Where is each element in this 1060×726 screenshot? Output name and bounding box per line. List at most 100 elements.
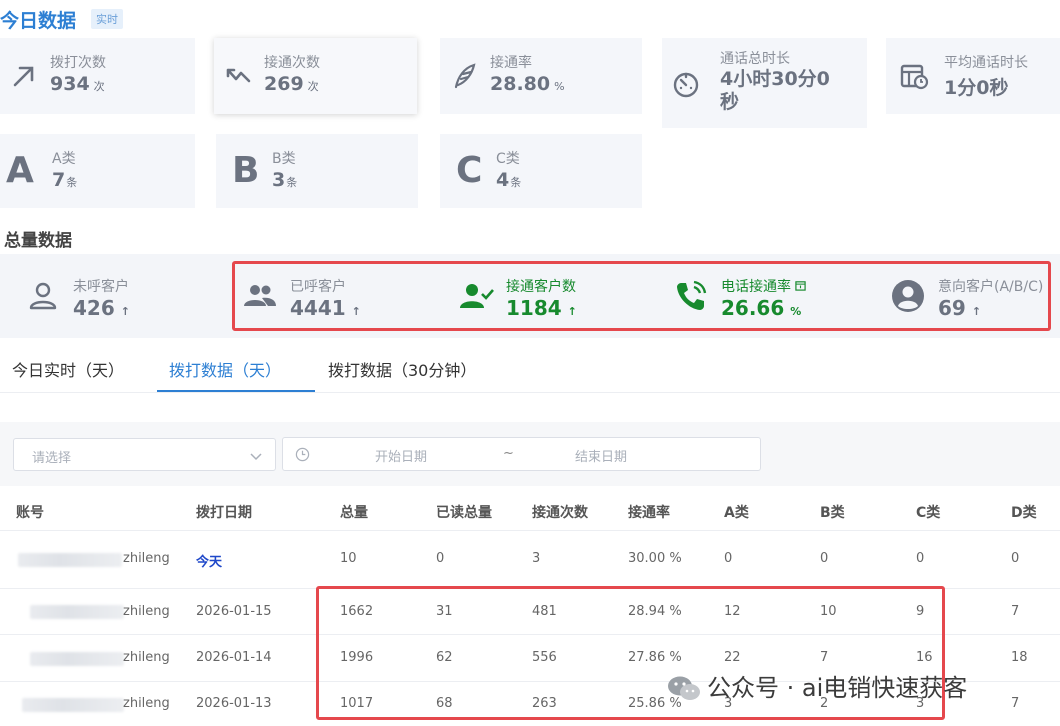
cell-total: 1662: [340, 604, 374, 619]
cell-total: 1996: [340, 650, 374, 665]
stat-card-connect-rate: 接通率 28.80%: [440, 38, 642, 114]
cell-read: 0: [436, 551, 445, 566]
cell-b: 0: [820, 551, 829, 566]
category-value: 3条: [272, 169, 298, 191]
stat-card-total-duration: 通话总时长 4小时30分0 秒: [662, 38, 867, 128]
stat-value: 1分0秒: [944, 77, 1009, 99]
stat-label: 接通次数: [264, 55, 320, 71]
stat-value: 934 次: [50, 73, 105, 95]
cell-read: 68: [436, 696, 453, 711]
row-divider: [0, 634, 1060, 635]
cell-b: 7: [820, 650, 829, 665]
cell-c: 16: [916, 650, 933, 665]
category-letter-c: C: [456, 150, 483, 191]
cell-a: 22: [724, 650, 741, 665]
cell-d: 18: [1011, 650, 1028, 665]
category-value: 7条: [52, 169, 78, 191]
cell-d: 7: [1011, 604, 1020, 619]
tab-dial-data-day[interactable]: 拨打数据（天）: [169, 357, 281, 381]
cell-connected: 556: [532, 650, 557, 665]
realtime-badge: 实时: [91, 9, 123, 29]
cell-total: 10: [340, 551, 357, 566]
cell-account: zhileng: [123, 604, 170, 619]
total-value: 1184 ↑: [506, 296, 577, 320]
cell-rate: 28.94 %: [628, 604, 682, 619]
stat-label: 接通率: [490, 55, 532, 71]
date-separator: ~: [503, 446, 514, 461]
column-header-read-total: 已读总量: [436, 505, 492, 521]
cell-rate: 27.86 %: [628, 650, 682, 665]
today-section-title: 今日数据: [0, 10, 77, 32]
stopwatch-table-icon: [900, 64, 929, 90]
phone-ringing-icon: [677, 280, 707, 310]
stat-value: 269 次: [264, 73, 319, 95]
cell-connected: 263: [532, 696, 557, 711]
cell-date-today-link[interactable]: 今天: [196, 551, 222, 570]
cell-d: 7: [1011, 696, 1020, 711]
column-header-b: B类: [820, 505, 845, 521]
timer-icon: [673, 72, 699, 98]
blurred-account: [22, 698, 124, 712]
total-label: 意向客户(A/B/C): [938, 279, 1044, 295]
total-section-title: 总量数据: [4, 231, 72, 251]
row-divider: [0, 588, 1060, 589]
start-date-input[interactable]: 开始日期: [375, 446, 427, 465]
date-range-picker[interactable]: 开始日期 ~ 结束日期: [282, 437, 761, 471]
cell-read: 62: [436, 650, 453, 665]
stat-card-avg-duration: 平均通话时长 1分0秒: [886, 38, 1060, 114]
stat-card-dial-count: 拨打次数 934 次: [0, 38, 195, 114]
total-label: 未呼客户: [73, 279, 129, 295]
person-check-icon: [460, 284, 494, 308]
tab-today-realtime[interactable]: 今日实时（天）: [12, 357, 124, 381]
cell-c: 0: [916, 551, 925, 566]
row-divider: [0, 530, 1060, 531]
stat-label: 平均通话时长: [944, 55, 1028, 71]
watermark: 公众号 · ai电销快速获客: [667, 668, 967, 703]
cell-rate: 30.00 %: [628, 551, 682, 566]
total-card-called: 已呼客户 4441 ↑: [242, 270, 442, 320]
arrow-up-right-icon: [13, 66, 34, 87]
stat-card-connect-count: 接通次数 269 次: [214, 38, 417, 114]
column-header-d: D类: [1011, 505, 1037, 521]
cell-account: zhileng: [123, 650, 170, 665]
group-icon: [244, 285, 276, 306]
category-label: A类: [52, 151, 76, 167]
column-header-connect-count: 接通次数: [532, 505, 588, 521]
feather-icon: [454, 63, 476, 89]
chevron-down-icon: [250, 453, 262, 461]
cell-a: 0: [724, 551, 733, 566]
stat-value: 4小时30分0 秒: [720, 68, 830, 113]
category-letter-b: B: [232, 150, 260, 191]
person-outline-icon: [29, 282, 57, 310]
end-date-input[interactable]: 结束日期: [575, 446, 627, 465]
total-value: 426 ↑: [73, 296, 130, 320]
total-label: 电话接通率: [721, 276, 806, 296]
category-label: C类: [496, 151, 520, 167]
category-value: 4条: [496, 169, 522, 191]
total-card-intent-customers: 意向客户(A/B/C) 69 ↑: [890, 270, 1060, 320]
cell-connected: 481: [532, 604, 557, 619]
total-value: 4441 ↑: [290, 296, 361, 320]
stat-label: 通话总时长: [720, 51, 790, 67]
column-header-account: 账号: [16, 505, 44, 521]
cell-date: 2026-01-15: [196, 604, 272, 619]
clock-icon: [295, 447, 310, 462]
blurred-account: [30, 652, 124, 666]
connect-arrow-icon: [226, 68, 251, 83]
total-value: 69 ↑: [938, 296, 982, 320]
account-select[interactable]: 请选择: [13, 438, 276, 471]
cell-c: 9: [916, 604, 925, 619]
total-card-uncalled: 未呼客户 426 ↑: [25, 270, 215, 320]
total-value: 26.66%: [721, 296, 802, 320]
column-header-connect-rate: 接通率: [628, 505, 670, 521]
cell-account: zhileng: [123, 551, 170, 566]
stat-value: 28.80%: [490, 73, 565, 95]
blurred-account: [18, 553, 122, 567]
total-label: 接通客户数: [506, 279, 576, 295]
cell-date: 2026-01-14: [196, 650, 272, 665]
category-card-a: A A类 7条: [0, 134, 195, 208]
cell-b: 10: [820, 604, 837, 619]
cell-read: 31: [436, 604, 453, 619]
calendar-info-icon[interactable]: [795, 280, 806, 291]
tab-dial-data-30min[interactable]: 拨打数据（30分钟）: [328, 357, 476, 381]
